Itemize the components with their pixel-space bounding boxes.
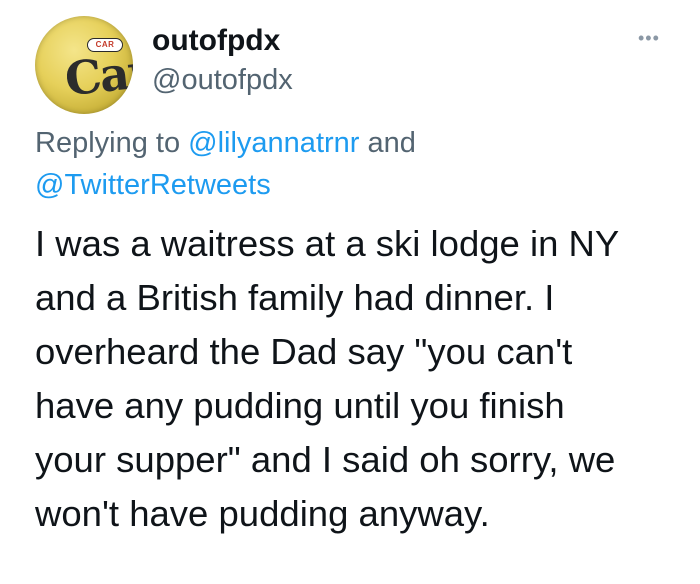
tweet-text-line: have any pudding until you finish xyxy=(35,385,565,426)
avatar-mark: Car xyxy=(62,43,133,107)
mention-link-lilyannatrnr[interactable]: @lilyannatrnr xyxy=(188,127,359,159)
tweet-card: CAR Car outofpdx @outofpdx ••• Replying … xyxy=(0,0,700,584)
tweet-text-line: overheard the Dad say "you can't xyxy=(35,331,573,372)
author-handle[interactable]: @outofpdx xyxy=(152,64,293,97)
reply-context: Replying to @lilyannatrnr and @TwitterRet… xyxy=(35,122,675,206)
mention-link-twitterretweets[interactable]: @TwitterRetweets xyxy=(35,169,271,201)
tweet-text: I was a waitress at a ski lodge in NY an… xyxy=(35,217,685,541)
tweet-text-line: your supper" and I said oh sorry, we xyxy=(35,439,616,480)
tweet-text-line: and a British family had dinner. I xyxy=(35,277,555,318)
tweet-text-line: I was a waitress at a ski lodge in NY xyxy=(35,223,620,264)
author-display-name[interactable]: outofpdx xyxy=(152,24,280,58)
reply-prefix: Replying to xyxy=(35,127,189,159)
tweet-text-line: won't have pudding anyway. xyxy=(35,493,490,534)
reply-conjunction: and xyxy=(359,127,416,159)
avatar[interactable]: CAR Car xyxy=(35,16,133,114)
more-horizontal-icon[interactable]: ••• xyxy=(638,29,660,47)
